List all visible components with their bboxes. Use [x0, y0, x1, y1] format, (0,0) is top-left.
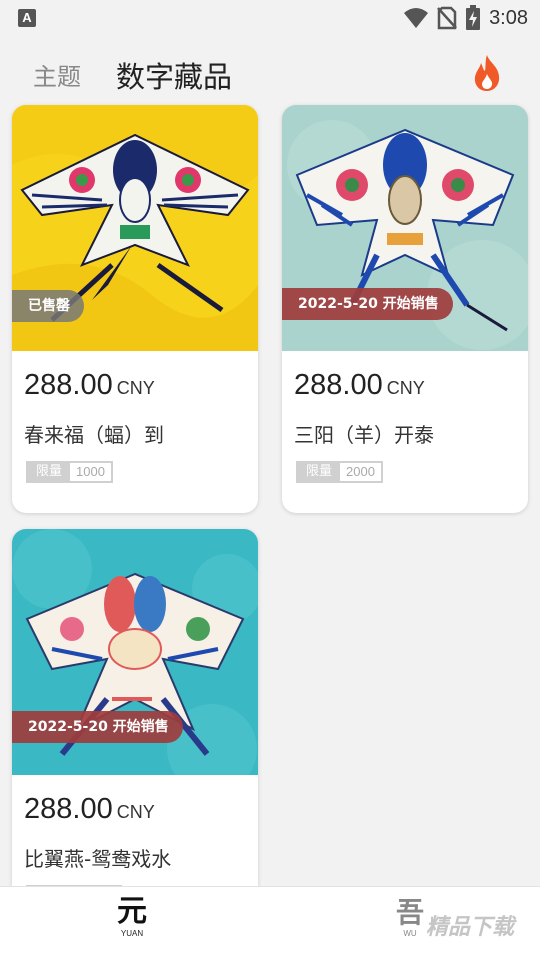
- wifi-icon: [404, 8, 429, 28]
- no-sim-icon: [437, 6, 457, 30]
- fire-icon[interactable]: [471, 54, 503, 92]
- collectible-title: 比翼燕-鸳鸯戏水: [24, 847, 172, 871]
- status-badge: 已售罄: [12, 290, 84, 322]
- price-currency: CNY: [116, 378, 155, 398]
- notification-a-icon: A: [18, 9, 36, 27]
- collectible-card[interactable]: 2022-5-20 开始销售 288.00 CNY 三阳（羊）开泰 限量 2000: [282, 105, 528, 513]
- limit-label: 限量: [306, 464, 333, 479]
- limit-tag: 限量 1000: [26, 461, 113, 483]
- collectible-title: 春来福（蝠）到: [24, 423, 164, 447]
- collectible-image: 2022-5-20 开始销售: [282, 105, 528, 351]
- yuan-icon: 元: [117, 894, 147, 929]
- price-value: 288.00: [24, 369, 113, 401]
- collectible-image: 已售罄: [12, 105, 258, 351]
- tab-digital-collectibles[interactable]: 数字藏品: [116, 54, 232, 96]
- nav-yuan[interactable]: 元 YUAN: [102, 894, 162, 939]
- price: 288.00 CNY: [294, 369, 425, 402]
- limit-label: 限量: [36, 464, 63, 479]
- collectible-card[interactable]: 已售罄 288.00 CNY 春来福（蝠）到 限量 1000: [12, 105, 258, 513]
- price-currency: CNY: [116, 802, 155, 822]
- header: 主题 数字藏品: [0, 36, 540, 106]
- limit-value: 2000: [340, 463, 381, 481]
- battery-charging-icon: [466, 5, 481, 30]
- nav-yuan-label: YUAN: [120, 929, 144, 938]
- bottom-nav: 元 YUAN 吾 WU 精品下载: [0, 886, 540, 960]
- limit-tag: 限量 2000: [296, 461, 383, 483]
- clock: 3:08: [489, 6, 528, 29]
- status-badge: 2022-5-20 开始销售: [12, 711, 183, 743]
- price-value: 288.00: [24, 793, 113, 825]
- status-icons: 3:08: [403, 4, 528, 32]
- collectible-image: 2022-5-20 开始销售: [12, 529, 258, 775]
- limit-value: 1000: [70, 463, 111, 481]
- collectible-card[interactable]: 2022-5-20 开始销售 288.00 CNY 比翼燕-鸳鸯戏水: [12, 529, 258, 909]
- status-bar: A 3:08: [0, 0, 540, 36]
- status-badge: 2022-5-20 开始销售: [282, 288, 453, 320]
- price-value: 288.00: [294, 369, 383, 401]
- price-currency: CNY: [386, 378, 425, 398]
- price: 288.00 CNY: [24, 793, 155, 826]
- watermark: 精品下载: [426, 915, 515, 940]
- tab-theme[interactable]: 主题: [33, 57, 81, 92]
- price: 288.00 CNY: [24, 369, 155, 402]
- collectible-title: 三阳（羊）开泰: [294, 423, 434, 447]
